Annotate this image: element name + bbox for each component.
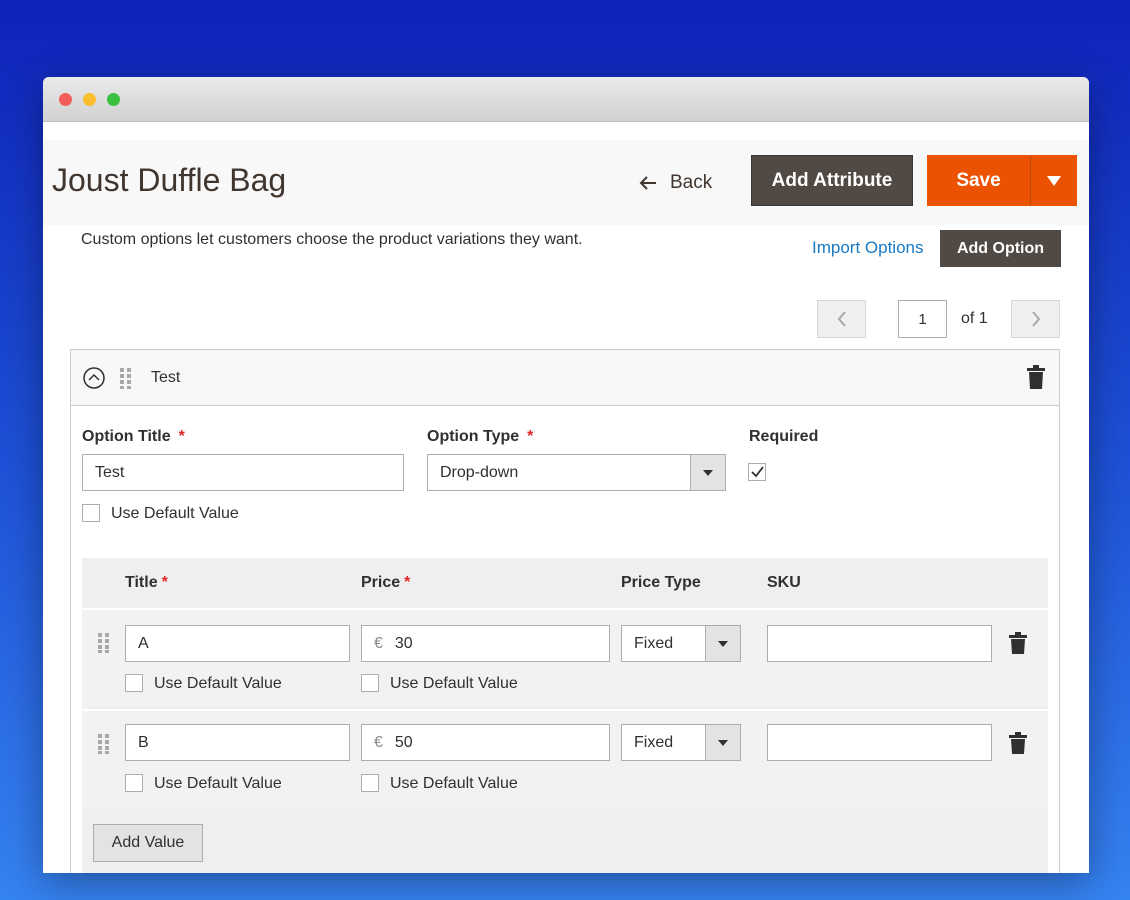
value-price-type: Fixed [634, 634, 674, 652]
required-marker: * [161, 574, 168, 591]
back-button[interactable]: Back [638, 168, 712, 198]
option-title-input[interactable]: Test [82, 454, 404, 491]
custom-option-header: Test [71, 350, 1059, 406]
value-price-input[interactable]: € 50 [361, 724, 610, 761]
maximize-window-icon[interactable] [107, 93, 120, 106]
caret-down-icon [718, 739, 728, 746]
save-button[interactable]: Save [927, 155, 1030, 206]
currency-symbol: € [374, 733, 383, 751]
value-sku-input[interactable] [767, 625, 992, 662]
currency-symbol: € [374, 634, 383, 652]
option-type-select[interactable]: Drop-down [427, 454, 726, 491]
value-price-use-default-label: Use Default Value [390, 675, 518, 692]
option-name: Test [151, 369, 181, 386]
back-button-label: Back [670, 172, 713, 193]
checkmark-icon [751, 466, 764, 478]
pager-previous-button[interactable] [817, 300, 866, 338]
values-table-header: Title * Price * Price Type SKU [82, 558, 1048, 608]
add-value-button[interactable]: Add Value [93, 824, 203, 862]
browser-window: Joust Duffle Bag Back Add Attribute Save… [43, 77, 1089, 873]
drag-handle-icon[interactable] [98, 633, 110, 653]
option-type-label: Option Type * [427, 428, 534, 445]
column-header-sku: SKU [767, 574, 801, 591]
column-header-title: Title * [125, 574, 168, 591]
custom-option-panel: Test Option Title * Test Option Type * Dro… [70, 349, 1060, 873]
custom-options-helper-text: Custom options let customers choose the … [81, 231, 583, 248]
page-title: Joust Duffle Bag [52, 162, 287, 198]
option-title-label: Option Title * [82, 428, 185, 445]
drag-handle-icon[interactable] [98, 734, 110, 754]
value-price-type: Fixed [634, 733, 674, 751]
add-option-button[interactable]: Add Option [940, 230, 1061, 267]
value-price-type-select[interactable]: Fixed [621, 724, 741, 761]
value-title-use-default-label: Use Default Value [154, 675, 282, 692]
column-header-price: Price * [361, 574, 411, 591]
required-label: Required [749, 428, 819, 445]
drag-handle-icon[interactable] [119, 367, 133, 389]
option-type-value: Drop-down [440, 463, 519, 481]
title-use-default-checkbox[interactable] [82, 504, 100, 522]
value-price-use-default-label: Use Default Value [390, 775, 518, 792]
pager-next-button[interactable] [1011, 300, 1060, 338]
value-price-type-select[interactable]: Fixed [621, 625, 741, 662]
select-arrow [705, 626, 740, 661]
select-arrow [690, 455, 725, 490]
save-dropdown-button[interactable] [1030, 155, 1077, 206]
arrow-left-icon [639, 176, 656, 190]
table-row: A € 30 Fixed Use Default Value Use Defau… [82, 608, 1048, 707]
value-sku-input[interactable] [767, 724, 992, 761]
value-title-input[interactable]: A [125, 625, 350, 662]
required-checkbox[interactable] [748, 463, 766, 481]
import-options-link[interactable]: Import Options [812, 238, 924, 258]
chevron-left-icon [837, 311, 846, 327]
close-window-icon[interactable] [59, 93, 72, 106]
option-values-table: Title * Price * Price Type SKU A € 30 Fi… [82, 558, 1048, 873]
column-header-price-type: Price Type [621, 574, 701, 591]
required-marker: * [404, 574, 411, 591]
trash-icon[interactable] [1009, 732, 1027, 754]
page-header: Joust Duffle Bag Back Add Attribute Save [43, 140, 1089, 225]
window-titlebar [43, 77, 1089, 122]
minimize-window-icon[interactable] [83, 93, 96, 106]
trash-icon[interactable] [1009, 632, 1027, 654]
required-marker: * [527, 428, 534, 445]
caret-down-icon [703, 469, 713, 476]
value-price-use-default-checkbox[interactable] [361, 774, 379, 792]
value-title-use-default-checkbox[interactable] [125, 774, 143, 792]
value-title-use-default-checkbox[interactable] [125, 674, 143, 692]
select-arrow [705, 725, 740, 760]
pager-total-label: of 1 [961, 310, 988, 327]
chevron-up-circle-icon[interactable] [83, 367, 105, 389]
trash-icon[interactable] [1026, 365, 1046, 389]
value-price: 30 [394, 634, 413, 652]
caret-down-icon [718, 640, 728, 647]
caret-down-icon [1047, 175, 1061, 186]
chevron-right-icon [1031, 311, 1040, 327]
add-attribute-button[interactable]: Add Attribute [751, 155, 913, 206]
pager-page-input[interactable] [898, 300, 947, 338]
title-use-default-label: Use Default Value [111, 505, 239, 522]
table-row: B € 50 Fixed Use Default Value Use Defau… [82, 709, 1048, 808]
value-price-use-default-checkbox[interactable] [361, 674, 379, 692]
value-price-input[interactable]: € 30 [361, 625, 610, 662]
required-marker: * [178, 428, 185, 445]
value-price: 50 [394, 733, 413, 751]
value-title-input[interactable]: B [125, 724, 350, 761]
value-title-use-default-label: Use Default Value [154, 775, 282, 792]
